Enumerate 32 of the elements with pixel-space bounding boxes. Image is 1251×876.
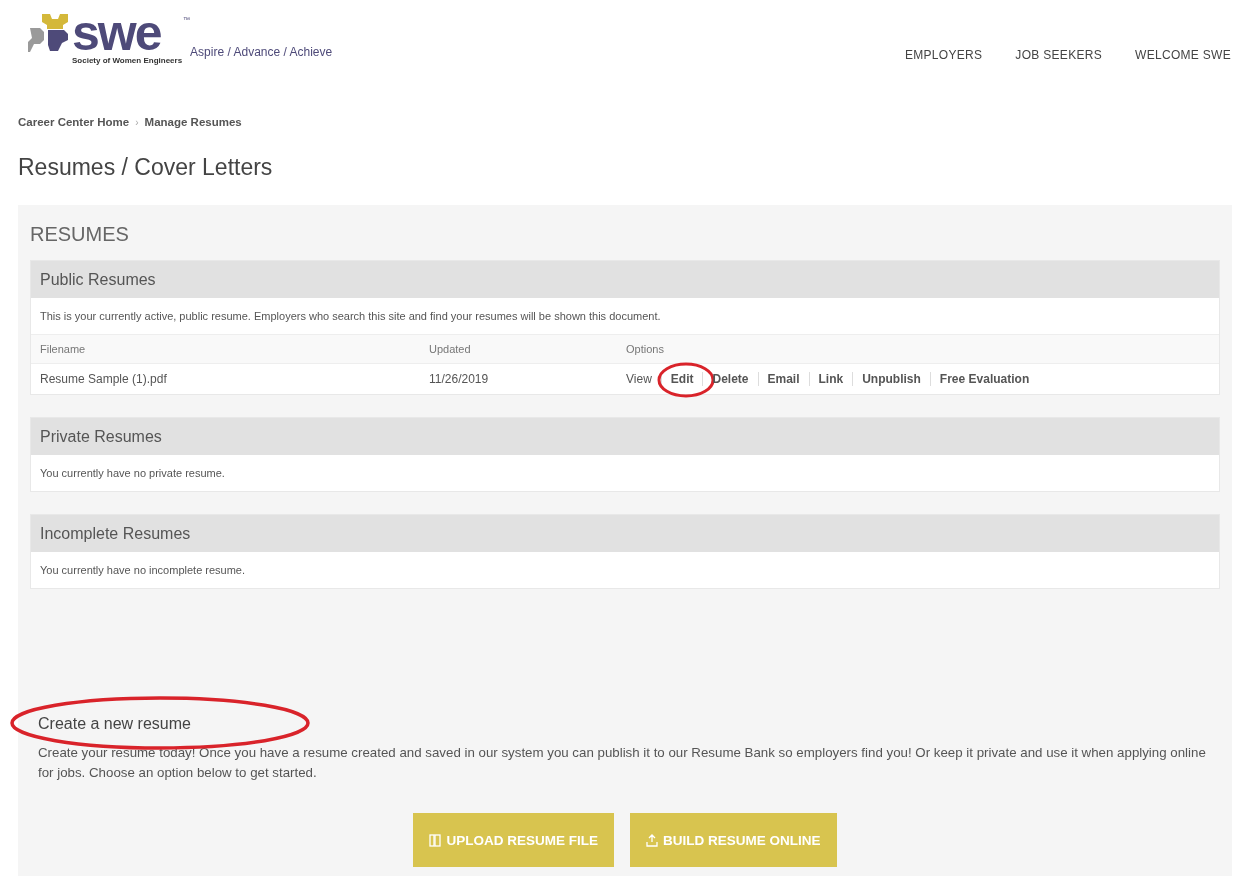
section-note: You currently have no private resume.: [39, 466, 226, 481]
option-link[interactable]: Link: [818, 372, 844, 386]
tagline: Aspire / Advance / Achieve: [190, 45, 333, 59]
nav-link[interactable]: JOB SEEKERS: [1015, 48, 1102, 62]
option-link[interactable]: Unpublish: [862, 372, 921, 386]
section-note: This is your currently active, public resume. Employers who search this site and find your resumes will be shown this document.: [39, 309, 662, 324]
column-header: Filename: [40, 343, 87, 355]
option-link[interactable]: Email: [767, 372, 800, 386]
column-header: Updated: [429, 343, 472, 355]
create-heading: Create a new resume: [38, 715, 192, 733]
breadcrumb-link[interactable]: Career Center Home: [18, 116, 130, 128]
column-header: Options: [626, 343, 664, 355]
option-link[interactable]: Free Evaluation: [939, 372, 1030, 386]
logo-subtitle: Society of Women Engineers: [72, 56, 183, 65]
nav-link[interactable]: EMPLOYERS: [904, 48, 983, 62]
nav-link[interactable]: WELCOME SWE: [1135, 48, 1231, 62]
table-cell-text: 11/26/2019: [429, 372, 490, 386]
page-title: Resumes / Cover Letters: [18, 154, 274, 181]
upload-icon: [646, 833, 658, 847]
create-description: Create your resume today! Once you have a resume created and saved in our system you can publish it to our Resume Bank so employers find you! Or keep it private and use it when applying online for jobs. Choose an option below to get started.: [38, 744, 1207, 782]
logo-wordmark: swe: [72, 10, 161, 56]
section-title: Private Resumes: [40, 427, 162, 446]
option-link[interactable]: View: [626, 372, 652, 386]
option-link[interactable]: Edit: [670, 372, 694, 386]
section-title: Incomplete Resumes: [40, 524, 191, 543]
section-title: Public Resumes: [40, 270, 156, 289]
file-icon: [429, 833, 442, 847]
chevron-icon: ›: [135, 116, 139, 128]
section-note: You currently have no incomplete resume.: [39, 563, 247, 578]
table-cell-text: Resume Sample (1).pdf: [40, 372, 168, 386]
panel-title: RESUMES: [30, 223, 130, 246]
breadcrumb-link[interactable]: Manage Resumes: [144, 116, 242, 128]
